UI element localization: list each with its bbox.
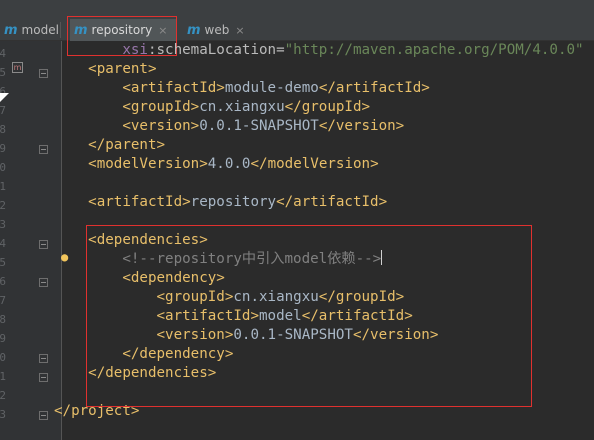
- line-number: 0: [0, 161, 6, 174]
- maven-module-icon: m: [187, 22, 201, 38]
- tab-label: web: [204, 23, 230, 37]
- code-token: <artifactId>: [88, 194, 191, 210]
- code-token: repository: [190, 194, 277, 210]
- line-number: 2: [0, 389, 6, 402]
- code-line: <version>0.0.1-SNAPSHOT</version>: [54, 117, 404, 136]
- line-number: 7: [0, 294, 6, 307]
- code-token: <modelVersion>: [88, 156, 208, 172]
- line-number: 6: [0, 275, 6, 288]
- highlight-box-dependencies: [86, 225, 532, 407]
- fold-marker-icon[interactable]: [39, 69, 48, 78]
- code-line: <artifactId>module-demo</artifactId>: [54, 79, 430, 98]
- line-number: 5: [0, 256, 6, 269]
- code-token: </modelVersion>: [250, 156, 379, 172]
- code-line: <artifactId>repository</artifactId>: [54, 193, 387, 212]
- fold-marker-icon[interactable]: [39, 145, 48, 154]
- fold-marker-icon[interactable]: [39, 373, 48, 382]
- code-token: </groupId>: [284, 99, 371, 115]
- code-line: </parent>: [54, 136, 165, 155]
- line-number: 2: [0, 199, 6, 212]
- fold-marker-icon[interactable]: [39, 354, 48, 363]
- code-token: cn.xiangxu: [199, 99, 285, 115]
- code-line: <groupId>cn.xiangxu</groupId>: [54, 98, 370, 117]
- line-number: 3: [0, 408, 6, 421]
- code-token: </version>: [318, 118, 405, 134]
- code-token: :schemaLocation=: [147, 42, 285, 58]
- line-number: 4: [0, 47, 6, 60]
- line-number: 4: [0, 237, 6, 250]
- code-token: xsi: [122, 42, 148, 58]
- line-number: 8: [0, 123, 6, 136]
- line-number: 1: [0, 180, 6, 193]
- line-number: 0: [0, 351, 6, 364]
- line-number: 8: [0, 313, 6, 326]
- line-gutter: 45678901234567890123: [0, 41, 62, 440]
- mouse-pointer-icon: [0, 93, 9, 102]
- line-number: 9: [0, 332, 6, 345]
- line-number: 5: [0, 66, 6, 79]
- code-token: </artifactId>: [318, 80, 430, 96]
- code-token: <artifactId>: [122, 80, 225, 96]
- code-token: </parent>: [88, 137, 166, 153]
- code-token: 4.0.0: [207, 156, 251, 172]
- line-number: 7: [0, 104, 6, 117]
- fold-marker-icon[interactable]: [39, 411, 48, 420]
- tab-model[interactable]: m model: [0, 19, 59, 41]
- fold-marker-icon[interactable]: [39, 240, 48, 249]
- maven-module-icon: m: [4, 22, 18, 38]
- code-line: <modelVersion>4.0.0</modelVersion>: [54, 155, 379, 174]
- code-token: <version>: [122, 118, 200, 134]
- close-icon[interactable]: ×: [235, 24, 244, 37]
- fold-marker-icon[interactable]: [39, 278, 48, 287]
- code-token: <parent>: [88, 61, 157, 77]
- maven-file-icon: m: [12, 62, 23, 73]
- line-number: 1: [0, 370, 6, 383]
- tab-web[interactable]: m web ×: [183, 19, 255, 41]
- tab-label: model: [21, 23, 59, 37]
- code-token: module-demo: [224, 80, 319, 96]
- code-line: xsi:schemaLocation="http://maven.apache.…: [54, 41, 584, 60]
- line-number: 9: [0, 142, 6, 155]
- code-token: 0.0.1-SNAPSHOT: [199, 118, 319, 134]
- code-token: "http://maven.apache.org/POM/4.0.0": [284, 42, 584, 58]
- code-token: <groupId>: [122, 99, 200, 115]
- line-number: 3: [0, 218, 6, 231]
- code-token: </artifactId>: [276, 194, 388, 210]
- tab-divider: [60, 22, 61, 38]
- code-line: <parent>: [54, 60, 157, 79]
